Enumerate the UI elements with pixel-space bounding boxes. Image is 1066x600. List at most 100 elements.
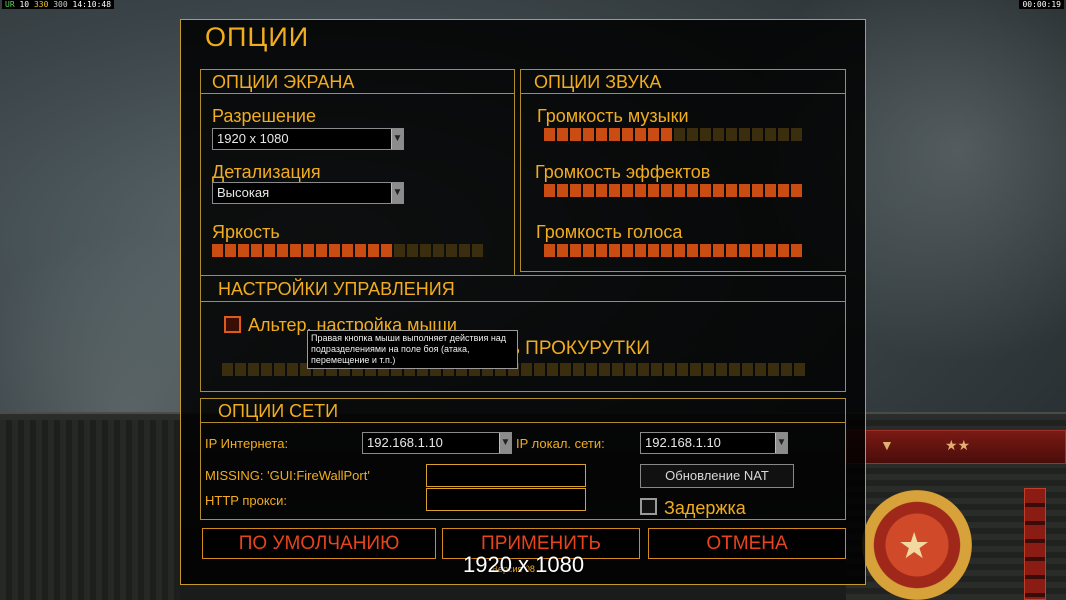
- slider-segment[interactable]: [599, 363, 610, 376]
- slider-segment[interactable]: [752, 128, 763, 141]
- slider-segment[interactable]: [433, 244, 444, 257]
- detail-dropdown[interactable]: Высокая ▼: [212, 182, 404, 204]
- slider-segment[interactable]: [781, 363, 792, 376]
- slider-segment[interactable]: [635, 244, 646, 257]
- slider-segment[interactable]: [778, 244, 789, 257]
- slider-segment[interactable]: [238, 244, 249, 257]
- chevron-down-icon[interactable]: ▼: [775, 433, 787, 453]
- firewall-port-input[interactable]: [426, 464, 586, 487]
- slider-segment[interactable]: [661, 128, 672, 141]
- slider-segment[interactable]: [713, 184, 724, 197]
- slider-segment[interactable]: [768, 363, 779, 376]
- slider-segment[interactable]: [368, 244, 379, 257]
- slider-segment[interactable]: [661, 244, 672, 257]
- slider-segment[interactable]: [612, 363, 623, 376]
- slider-segment[interactable]: [534, 363, 545, 376]
- slider-segment[interactable]: [739, 184, 750, 197]
- slider-segment[interactable]: [355, 244, 366, 257]
- slider-segment[interactable]: [557, 244, 568, 257]
- slider-segment[interactable]: [648, 244, 659, 257]
- slider-segment[interactable]: [420, 244, 431, 257]
- slider-segment[interactable]: [560, 363, 571, 376]
- slider-segment[interactable]: [726, 128, 737, 141]
- slider-segment[interactable]: [521, 363, 532, 376]
- slider-segment[interactable]: [622, 128, 633, 141]
- star-icon[interactable]: ★★: [945, 437, 970, 454]
- default-button[interactable]: ПО УМОЛЧАНИЮ: [202, 528, 436, 559]
- slider-segment[interactable]: [713, 244, 724, 257]
- slider-segment[interactable]: [739, 128, 750, 141]
- slider-segment[interactable]: [687, 244, 698, 257]
- slider-segment[interactable]: [235, 363, 246, 376]
- slider-segment[interactable]: [687, 128, 698, 141]
- slider-segment[interactable]: [316, 244, 327, 257]
- slider-segment[interactable]: [394, 244, 405, 257]
- slider-segment[interactable]: [635, 184, 646, 197]
- chevron-down-icon[interactable]: ▼: [391, 129, 403, 149]
- slider-segment[interactable]: [407, 244, 418, 257]
- slider-segment[interactable]: [791, 128, 802, 141]
- slider-segment[interactable]: [794, 363, 805, 376]
- slider-segment[interactable]: [648, 128, 659, 141]
- slider-segment[interactable]: [261, 363, 272, 376]
- slider-segment[interactable]: [778, 128, 789, 141]
- slider-segment[interactable]: [648, 184, 659, 197]
- chevron-down-icon[interactable]: ▼: [880, 437, 894, 453]
- slider-segment[interactable]: [700, 128, 711, 141]
- ip-local-dropdown[interactable]: 192.168.1.10 ▼: [640, 432, 788, 454]
- slider-segment[interactable]: [586, 363, 597, 376]
- slider-segment[interactable]: [687, 184, 698, 197]
- update-nat-button[interactable]: Обновление NAT: [640, 464, 794, 488]
- slider-segment[interactable]: [638, 363, 649, 376]
- slider-segment[interactable]: [609, 184, 620, 197]
- slider-segment[interactable]: [570, 244, 581, 257]
- slider-segment[interactable]: [329, 244, 340, 257]
- slider-segment[interactable]: [713, 128, 724, 141]
- slider-segment[interactable]: [573, 363, 584, 376]
- slider-segment[interactable]: [739, 244, 750, 257]
- slider-segment[interactable]: [778, 184, 789, 197]
- resolution-dropdown[interactable]: 1920 x 1080 ▼: [212, 128, 404, 150]
- slider-segment[interactable]: [381, 244, 392, 257]
- slider-segment[interactable]: [661, 184, 672, 197]
- slider-segment[interactable]: [765, 244, 776, 257]
- cancel-button[interactable]: ОТМЕНА: [648, 528, 846, 559]
- slider-segment[interactable]: [651, 363, 662, 376]
- slider-segment[interactable]: [609, 128, 620, 141]
- slider-segment[interactable]: [716, 363, 727, 376]
- slider-segment[interactable]: [674, 128, 685, 141]
- slider-segment[interactable]: [791, 184, 802, 197]
- slider-segment[interactable]: [222, 363, 233, 376]
- voice-volume-slider[interactable]: [544, 244, 802, 257]
- slider-segment[interactable]: [677, 363, 688, 376]
- slider-segment[interactable]: [248, 363, 259, 376]
- chevron-down-icon[interactable]: ▼: [391, 183, 403, 203]
- slider-segment[interactable]: [674, 184, 685, 197]
- slider-segment[interactable]: [690, 363, 701, 376]
- ip-internet-dropdown[interactable]: 192.168.1.10 ▼: [362, 432, 512, 454]
- slider-segment[interactable]: [303, 244, 314, 257]
- slider-segment[interactable]: [703, 363, 714, 376]
- brightness-slider[interactable]: [212, 244, 483, 257]
- slider-segment[interactable]: [726, 184, 737, 197]
- slider-segment[interactable]: [277, 244, 288, 257]
- side-buttons[interactable]: [1024, 488, 1046, 600]
- slider-segment[interactable]: [700, 244, 711, 257]
- slider-segment[interactable]: [596, 184, 607, 197]
- slider-segment[interactable]: [596, 128, 607, 141]
- http-proxy-input[interactable]: [426, 488, 586, 511]
- slider-segment[interactable]: [342, 244, 353, 257]
- slider-segment[interactable]: [726, 244, 737, 257]
- slider-segment[interactable]: [544, 184, 555, 197]
- slider-segment[interactable]: [752, 244, 763, 257]
- slider-segment[interactable]: [557, 184, 568, 197]
- slider-segment[interactable]: [752, 184, 763, 197]
- slider-segment[interactable]: [547, 363, 558, 376]
- music-volume-slider[interactable]: [544, 128, 802, 141]
- slider-segment[interactable]: [755, 363, 766, 376]
- slider-segment[interactable]: [635, 128, 646, 141]
- slider-segment[interactable]: [596, 244, 607, 257]
- slider-segment[interactable]: [791, 244, 802, 257]
- slider-segment[interactable]: [251, 244, 262, 257]
- slider-segment[interactable]: [290, 244, 301, 257]
